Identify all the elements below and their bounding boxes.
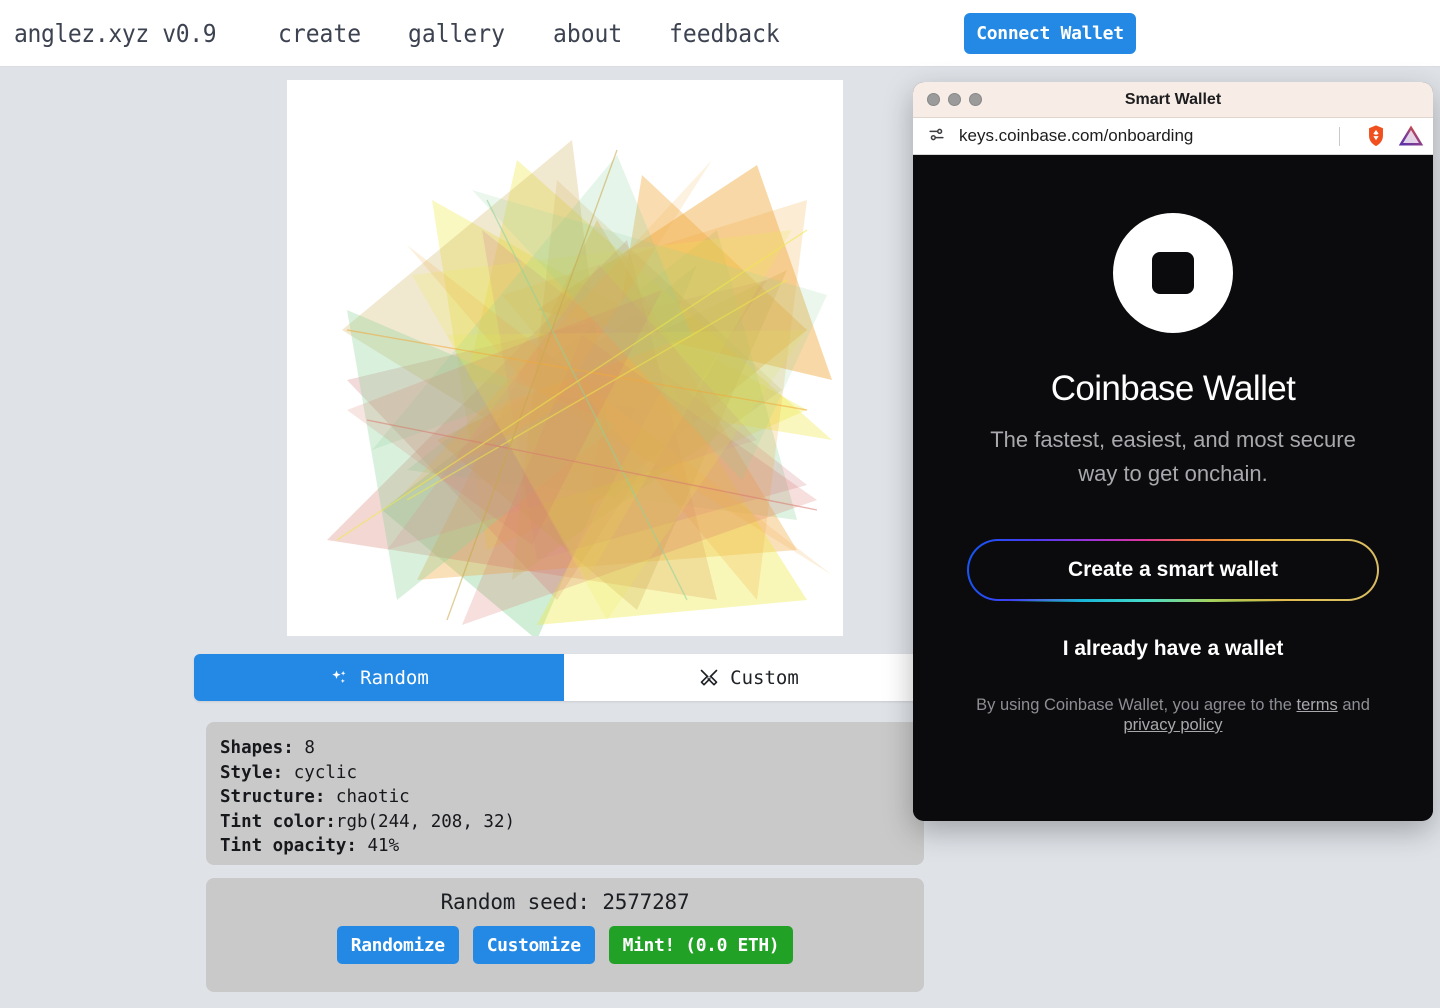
param-value: chaotic — [335, 787, 410, 807]
create-smart-wallet-button[interactable]: Create a smart wallet — [967, 539, 1379, 602]
popup-url-bar[interactable]: keys.coinbase.com/onboarding — [913, 118, 1433, 155]
site-brand[interactable]: anglez.xyz v0.9 — [14, 19, 217, 48]
mode-tabs: Random Custom — [194, 654, 934, 701]
param-row: Tint opacity: 41% — [220, 834, 910, 859]
popup-titlebar: Smart Wallet — [913, 82, 1433, 118]
wallet-subtitle: The fastest, easiest, and most secure wa… — [990, 427, 1356, 486]
param-label: Tint opacity: — [220, 836, 357, 856]
popup-window-title: Smart Wallet — [1124, 90, 1222, 108]
seed-panel: Random seed: 2577287 Randomize Customize… — [206, 878, 924, 992]
legal-prefix: By using Coinbase Wallet, you agree to t… — [976, 696, 1297, 714]
param-value: rgb(244, 208, 32) — [335, 811, 516, 832]
coinbase-logo-icon — [1113, 213, 1233, 333]
artwork-canvas[interactable] — [287, 80, 843, 636]
nav-links: create gallery about feedback — [278, 19, 789, 48]
wallet-onboarding-body: Coinbase Wallet The fastest, easiest, an… — [913, 155, 1433, 820]
site-settings-icon[interactable] — [927, 125, 946, 148]
terms-link[interactable]: terms — [1297, 696, 1338, 714]
sparkles-icon — [329, 668, 349, 688]
url-divider — [1339, 126, 1340, 146]
param-row: Tint color:rgb(244, 208, 32) — [220, 810, 910, 835]
param-value: 41% — [367, 836, 400, 856]
tab-custom-label: Custom — [730, 666, 799, 689]
top-navbar: anglez.xyz v0.9 create gallery about fee… — [0, 0, 1440, 67]
random-seed-label: Random seed: 2577287 — [440, 890, 690, 914]
legal-text: By using Coinbase Wallet, you agree to t… — [963, 695, 1383, 735]
param-label: Shapes: — [220, 738, 294, 758]
smart-wallet-popup: Smart Wallet keys.coinbase.com/onboardin… — [913, 82, 1433, 821]
coinbase-logo-square — [1152, 252, 1194, 294]
param-label: Structure: — [220, 787, 326, 807]
params-panel: Shapes: 8 Style: cyclic Structure: chaot… — [206, 722, 924, 865]
wallet-title: Coinbase Wallet — [1050, 369, 1296, 408]
tab-random[interactable]: Random — [194, 654, 564, 701]
tools-icon — [699, 668, 719, 688]
bat-triangle-icon[interactable] — [1399, 125, 1423, 147]
nav-link-gallery[interactable]: gallery — [408, 19, 505, 48]
param-value: 8 — [304, 738, 315, 758]
mint-button[interactable]: Mint! (0.0 ETH) — [608, 926, 794, 964]
randomize-button[interactable]: Randomize — [336, 926, 459, 964]
param-label: Tint color: — [220, 811, 336, 832]
connect-wallet-button[interactable]: Connect Wallet — [964, 13, 1136, 54]
param-label: Style: — [220, 762, 284, 783]
privacy-policy-link[interactable]: privacy policy — [1123, 716, 1222, 734]
nav-link-create[interactable]: create — [278, 19, 361, 48]
tab-custom[interactable]: Custom — [564, 654, 934, 701]
param-value: cyclic — [293, 762, 357, 783]
already-have-wallet-button[interactable]: I already have a wallet — [1063, 637, 1284, 661]
brave-lion-icon[interactable] — [1365, 124, 1387, 148]
seed-actions: Randomize Customize Mint! (0.0 ETH) — [336, 926, 794, 964]
nav-link-about[interactable]: about — [553, 19, 622, 48]
customize-button[interactable]: Customize — [472, 926, 595, 964]
param-row: Style: cyclic — [220, 761, 910, 786]
nav-link-feedback[interactable]: feedback — [669, 19, 780, 48]
url-text[interactable]: keys.coinbase.com/onboarding — [959, 126, 1335, 146]
tab-random-label: Random — [360, 666, 429, 689]
param-row: Shapes: 8 — [220, 736, 910, 761]
param-row: Structure: chaotic — [220, 785, 910, 810]
legal-middle: and — [1337, 696, 1370, 714]
